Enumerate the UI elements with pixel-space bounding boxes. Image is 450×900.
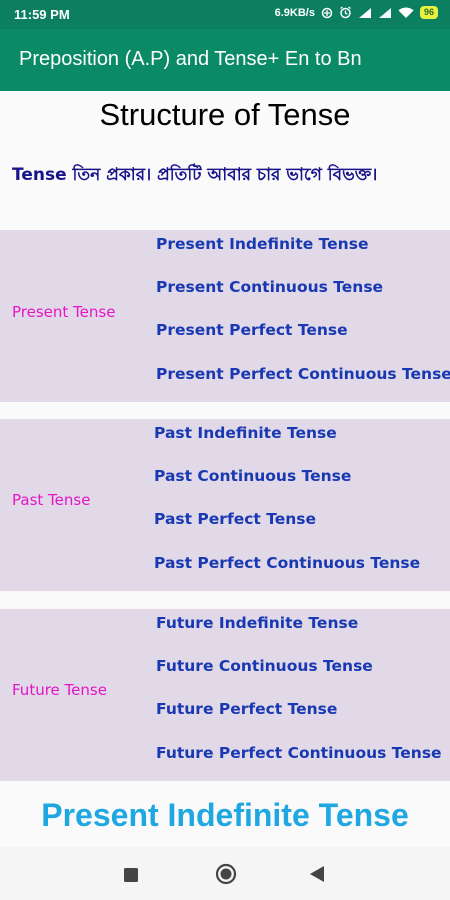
group-label: Past Tense [12,491,91,509]
page-title: Structure of Tense [99,97,351,132]
tense-group-past: Past Tense Past Indefinite Tense Past Co… [0,419,450,591]
content-area[interactable]: Structure of Tense Tense তিন প্রকার। প্র… [0,91,450,847]
tense-item[interactable]: Future Indefinite Tense [156,614,358,632]
tense-item[interactable]: Future Perfect Continuous Tense [156,744,442,762]
alarm-icon [339,6,352,19]
signal-icon [358,7,372,19]
data-saver-icon [321,7,333,19]
net-speed: 6.9KB/s [274,6,315,19]
status-time: 11:59 PM [14,7,70,22]
tense-item[interactable]: Present Indefinite Tense [156,235,368,253]
group-label: Present Tense [12,303,116,321]
tense-item[interactable]: Past Perfect Tense [154,510,316,528]
tense-item[interactable]: Future Continuous Tense [156,657,373,675]
intro-text: Tense তিন প্রকার। প্রতিটি আবার চার ভাগে … [12,165,378,185]
signal-icon-2 [378,7,392,19]
tense-group-present: Present Tense Present Indefinite Tense P… [0,230,450,402]
app-bar: Preposition (A.P) and Tense+ En to Bn [0,29,450,91]
tense-item[interactable]: Past Indefinite Tense [154,424,337,442]
tense-item[interactable]: Future Perfect Tense [156,700,337,718]
battery-icon: 96 [419,6,438,19]
tense-group-future: Future Tense Future Indefinite Tense Fut… [0,609,450,781]
status-bar: 11:59 PM 6.9KB/s 96 [0,0,450,29]
system-nav-bar [0,847,450,900]
tense-item[interactable]: Present Perfect Tense [156,321,348,339]
tense-item[interactable]: Present Perfect Continuous Tense [156,365,450,383]
app-title: Preposition (A.P) and Tense+ En to Bn [19,48,362,70]
tense-item[interactable]: Present Continuous Tense [156,278,383,296]
group-label: Future Tense [12,681,107,699]
wifi-icon [398,7,414,19]
back-triangle-icon[interactable] [310,866,324,886]
section-heading: Present Indefinite Tense [41,797,409,833]
home-circle-icon[interactable] [215,863,237,889]
tense-item[interactable]: Past Continuous Tense [154,467,351,485]
tense-item[interactable]: Past Perfect Continuous Tense [154,554,420,572]
recents-square-icon[interactable] [124,867,138,886]
status-icons: 6.9KB/s 96 [275,6,438,19]
